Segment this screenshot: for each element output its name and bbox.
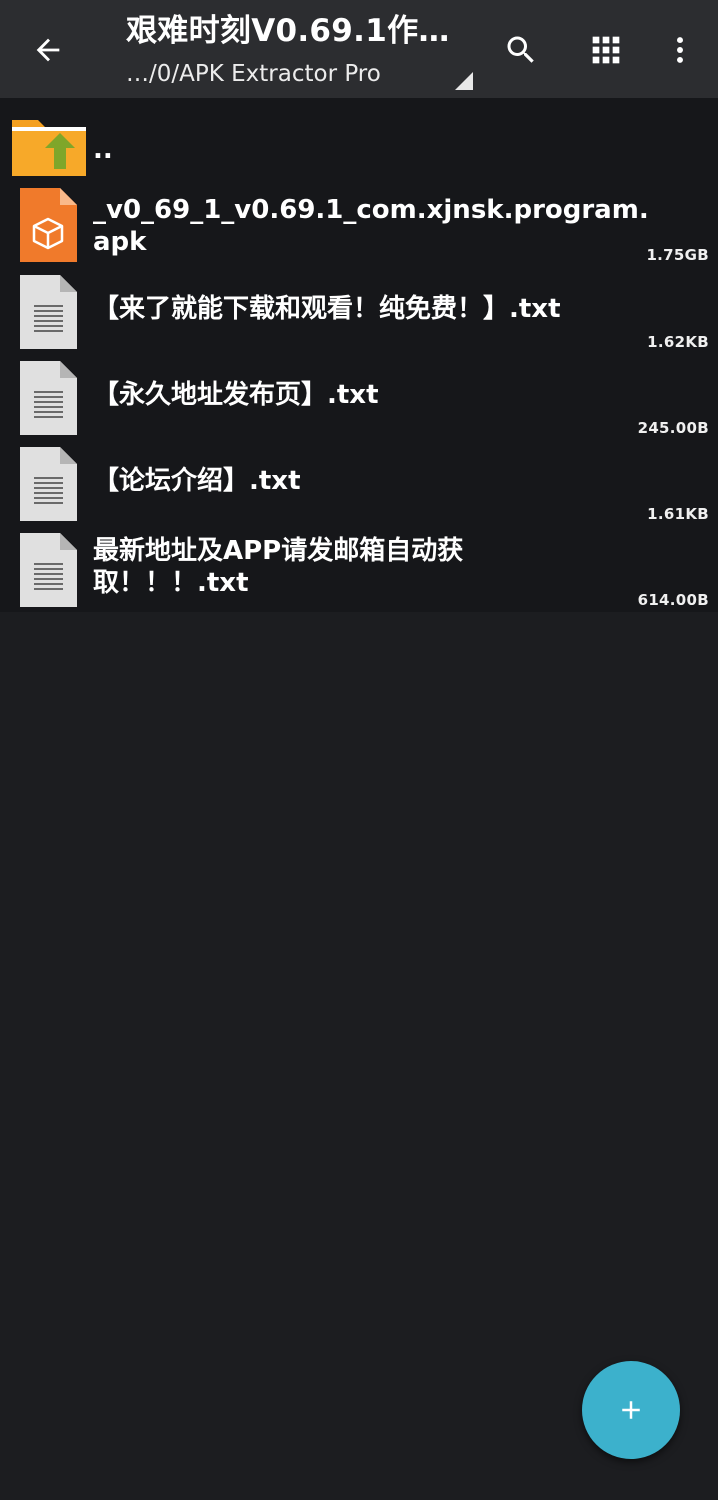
back-button[interactable] — [20, 22, 76, 78]
overflow-menu-button[interactable] — [652, 22, 708, 78]
file-size: 245.00B — [637, 419, 709, 437]
arrow-back-icon — [36, 38, 60, 62]
path-dropdown-icon[interactable] — [455, 72, 473, 90]
file-size: 1.75GB — [646, 246, 709, 264]
list-item-txt-file[interactable]: 【永久地址发布页】.txt 245.00B — [0, 359, 718, 443]
list-item-txt-file[interactable]: 【论坛介绍】.txt 1.61KB — [0, 445, 718, 529]
text-file-icon — [20, 447, 77, 521]
file-name: 最新地址及APP请发邮箱自动获取！！！.txt — [93, 536, 464, 598]
grid-view-icon — [592, 36, 620, 64]
text-file-icon — [20, 533, 77, 607]
text-file-icon — [20, 361, 77, 435]
file-name: _v0_69_1_v0.69.1_com.xjnsk.program.apk — [93, 195, 649, 257]
list-item-apk-file[interactable]: _v0_69_1_v0.69.1_com.xjnsk.program.apk 1… — [0, 186, 718, 270]
list-item-txt-file[interactable]: 最新地址及APP请发邮箱自动获取！！！.txt 614.00B — [0, 531, 718, 615]
search-button[interactable] — [493, 22, 549, 78]
apk-file-icon — [20, 188, 77, 262]
file-name: 【来了就能下载和观看！纯免费！】.txt — [93, 294, 561, 324]
list-item-txt-file[interactable]: 【来了就能下载和观看！纯免费！】.txt 1.62KB — [0, 273, 718, 357]
more-vert-icon — [677, 37, 683, 63]
folder-up-icon — [12, 120, 86, 176]
file-size: 614.00B — [637, 591, 709, 609]
path-breadcrumb[interactable]: …/0/APK Extractor Pro — [126, 58, 466, 90]
list-item-parent-folder[interactable]: .. — [0, 108, 718, 182]
file-list: .. _v0_69_1_v0.69.1_com.xjnsk.program.ap… — [0, 98, 718, 612]
text-file-icon — [20, 275, 77, 349]
file-name: 【论坛介绍】.txt — [93, 466, 301, 496]
window-title[interactable]: 艰难时刻V0.69.1作… — [126, 10, 476, 52]
search-icon — [507, 36, 534, 63]
top-app-bar: 艰难时刻V0.69.1作… …/0/APK Extractor Pro — [0, 0, 718, 98]
view-mode-button[interactable] — [578, 22, 634, 78]
file-size: 1.61KB — [647, 505, 709, 523]
file-size: 1.62KB — [647, 333, 709, 351]
add-fab-button[interactable] — [582, 1361, 680, 1459]
file-name: 【永久地址发布页】.txt — [93, 380, 379, 410]
add-icon — [622, 1401, 640, 1419]
file-name: .. — [93, 135, 113, 165]
